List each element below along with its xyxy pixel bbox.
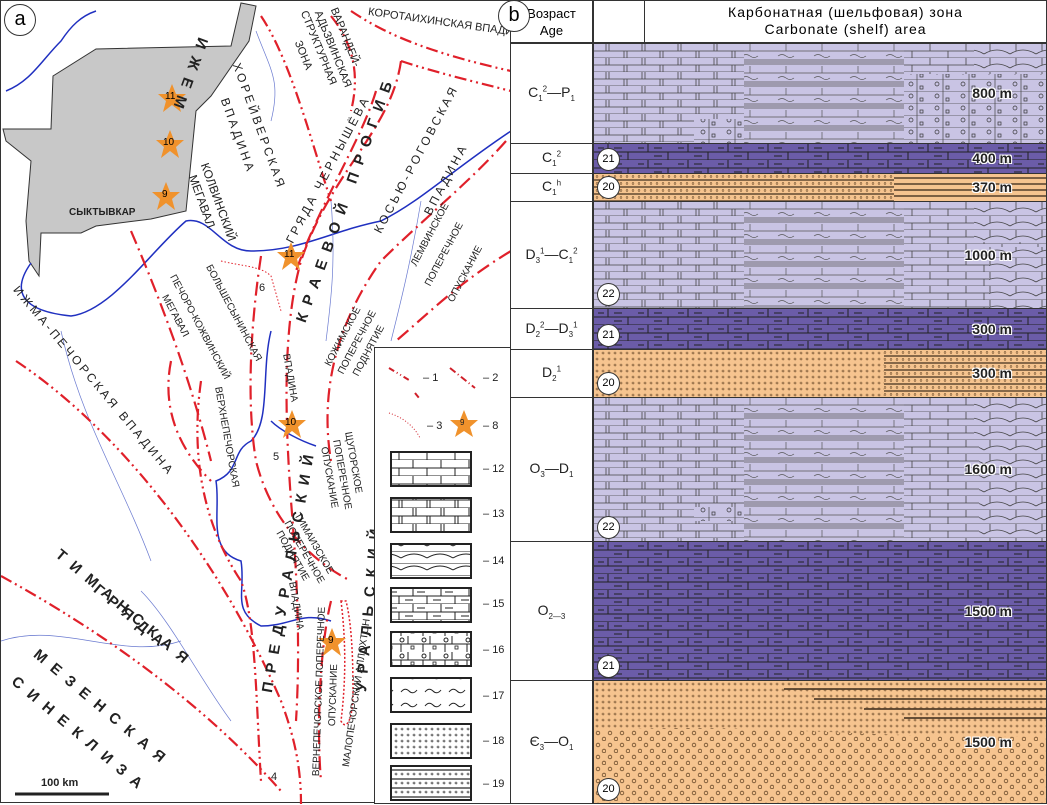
facies-number-badge: 21 bbox=[597, 324, 620, 347]
map-legend: – 1 – 2 – 3 9 – 8 – 12 – 13 – 14 – 15 – … bbox=[374, 347, 513, 804]
thickness-label: 300 m bbox=[972, 365, 1012, 381]
age-label: C12 bbox=[541, 149, 562, 168]
age-label: O3—D1 bbox=[529, 460, 574, 479]
reef-fill bbox=[974, 202, 1046, 242]
breccia-fill bbox=[694, 119, 744, 143]
panel-b-label: b bbox=[498, 0, 530, 32]
age-cell: D21 bbox=[510, 349, 593, 398]
city-label: СЫКТЫВКАР bbox=[69, 207, 136, 218]
layer-dark: 400 m 21 bbox=[593, 143, 1047, 174]
age-cell: Є3—O1 bbox=[510, 680, 593, 804]
age-label: O2—3 bbox=[537, 601, 566, 621]
layer-sand-coarse: 1500 m 20 bbox=[593, 680, 1047, 804]
legend-num: 17 bbox=[492, 690, 505, 702]
legend-num: 3 bbox=[436, 420, 443, 432]
legend-num: 19 bbox=[492, 778, 505, 790]
thickness-label: 1000 m bbox=[964, 247, 1012, 263]
legend-num: 12 bbox=[492, 463, 505, 475]
age-label: C12—P1 bbox=[528, 84, 575, 103]
legend-num: 13 bbox=[492, 508, 505, 520]
facies-number-badge: 22 bbox=[597, 283, 620, 306]
age-cell: C12 bbox=[510, 143, 593, 174]
age-cell: D31—C12 bbox=[510, 201, 593, 309]
wavy-fill bbox=[744, 202, 904, 308]
thickness-label: 400 m bbox=[972, 150, 1012, 166]
wavy-fill bbox=[744, 398, 904, 541]
thickness-label: 1600 m bbox=[964, 461, 1012, 477]
facies-number-badge: 21 bbox=[597, 148, 620, 171]
layer-mixed: 1600 m 22 bbox=[593, 397, 1047, 542]
layer-dark: 300 m 21 bbox=[593, 308, 1047, 350]
age-label: Є3—O1 bbox=[529, 732, 574, 752]
facies-number-badge: 22 bbox=[597, 516, 620, 539]
age-label: D21 bbox=[541, 364, 562, 383]
breccia-fill bbox=[694, 507, 744, 521]
facies-number-badge: 21 bbox=[597, 655, 620, 678]
thickness-label: 1500 m bbox=[964, 734, 1012, 750]
zone-header: Карбонатная (шельфовая) зона Carbonate (… bbox=[644, 0, 1047, 43]
legend-swatch-18 bbox=[390, 723, 472, 759]
striped-fill bbox=[894, 174, 1046, 201]
legend-line-3 bbox=[388, 412, 421, 439]
legend-num: 16 bbox=[492, 644, 505, 656]
facies-number-badge: 20 bbox=[597, 372, 620, 395]
legend-num: 1 bbox=[432, 372, 439, 384]
map-number: 4 bbox=[271, 771, 278, 783]
legend-swatch-14 bbox=[390, 543, 472, 579]
age-cell: O3—D1 bbox=[510, 397, 593, 542]
reef-fill bbox=[979, 438, 1046, 541]
map-panel: a СЫКТЫВКАР 100 km 11 10 9 11 10 9 6 5 4… bbox=[0, 0, 529, 804]
legend-num: 18 bbox=[492, 735, 505, 747]
map-number: 6 bbox=[259, 282, 266, 294]
legend-swatch-13 bbox=[390, 497, 472, 533]
zone-title-ru: Карбонатная (шельфовая) зона bbox=[728, 4, 963, 20]
legend-swatch-19 bbox=[390, 765, 472, 801]
legend-line-2 bbox=[449, 367, 476, 389]
thickness-label: 800 m bbox=[972, 85, 1012, 101]
scale-label: 100 km bbox=[41, 777, 79, 789]
layer-sand-right: 300 m 20 bbox=[593, 349, 1047, 398]
facies-number-badge: 20 bbox=[597, 778, 620, 801]
wavy-fill bbox=[744, 44, 904, 143]
legend-star-label: 9 bbox=[460, 418, 465, 427]
age-cell: D22—D31 bbox=[510, 308, 593, 350]
legend-swatch-16 bbox=[390, 631, 472, 667]
layer-sand-striped: 370 m 20 bbox=[593, 173, 1047, 202]
age-label: C1h bbox=[541, 178, 562, 197]
map-number: 5 bbox=[273, 451, 280, 463]
legend-swatch-17 bbox=[390, 677, 472, 713]
legend-swatch-12 bbox=[390, 451, 472, 487]
legend-num: 2 bbox=[492, 372, 499, 384]
header-empty-cell bbox=[593, 0, 645, 43]
legend-swatch-15 bbox=[390, 587, 472, 623]
thickness-label: 1500 m bbox=[964, 603, 1012, 619]
facies-number-badge: 20 bbox=[597, 176, 620, 199]
legend-line-1 bbox=[388, 367, 420, 399]
interbedded-fill bbox=[884, 350, 1046, 397]
layer-mixed: 800 m bbox=[593, 43, 1047, 144]
age-label: D31—C12 bbox=[525, 245, 578, 265]
legend-num: 14 bbox=[492, 555, 505, 567]
thickness-label: 300 m bbox=[972, 321, 1012, 337]
panel-a-label: a bbox=[4, 4, 36, 36]
layer-dark: 1500 m 21 bbox=[593, 541, 1047, 681]
legend-num: 8 bbox=[492, 420, 499, 432]
zone-title-en: Carbonate (shelf) area bbox=[764, 21, 927, 37]
reef-fill bbox=[974, 398, 1046, 438]
age-cell: C12—P1 bbox=[510, 43, 593, 144]
legend-num: 15 bbox=[492, 598, 505, 610]
layer-mixed: 1000 m 22 bbox=[593, 201, 1047, 309]
age-cell: C1h bbox=[510, 173, 593, 202]
age-cell: O2—3 bbox=[510, 541, 593, 681]
age-label: D22—D31 bbox=[525, 319, 578, 339]
thickness-label: 370 m bbox=[972, 179, 1012, 195]
stratigraphic-column: Возраст Age Карбонатная (шельфовая) зона… bbox=[498, 0, 1047, 804]
label-opuskanie-3: ОПУСКАНИЕ bbox=[327, 663, 341, 727]
